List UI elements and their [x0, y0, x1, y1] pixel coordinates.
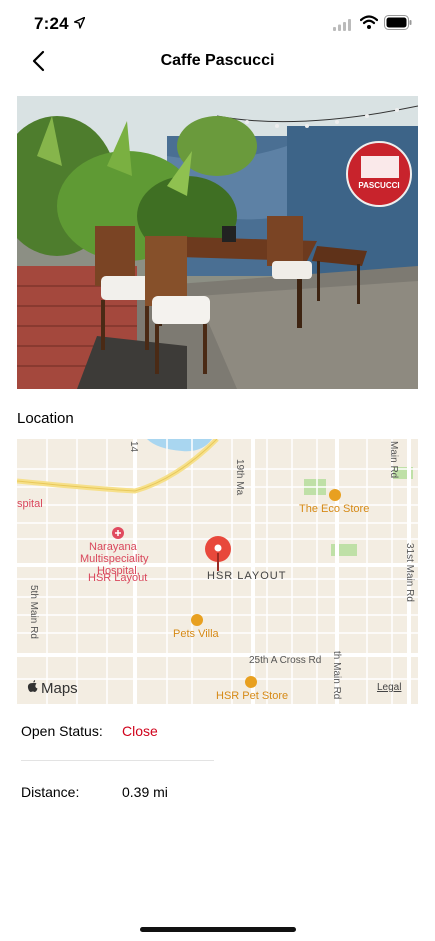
details-divider [21, 760, 214, 761]
road-25th-a-cross: 25th A Cross Rd [249, 655, 322, 666]
wifi-icon [359, 15, 379, 34]
road-main-rd: Main Rd [388, 441, 399, 479]
open-status-value: Close [122, 723, 158, 739]
poi-eco-store[interactable]: The Eco Store [299, 503, 369, 515]
map-area-label: HSR LAYOUT [207, 570, 287, 582]
status-bar: 7:24 [0, 0, 435, 46]
poi-hospital-line1[interactable]: Narayana [89, 541, 137, 553]
distance-value: 0.39 mi [122, 784, 168, 800]
location-map[interactable]: HSR LAYOUT The Eco Store spital Narayana… [17, 439, 418, 704]
apple-logo-icon [27, 679, 39, 697]
home-indicator[interactable] [140, 927, 296, 932]
maps-attribution-text: Maps [41, 679, 78, 697]
pascucci-sign: PASCUCCI [358, 181, 399, 190]
map-legal-link[interactable]: Legal [377, 682, 401, 693]
battery-icon [384, 15, 412, 35]
location-arrow-icon [73, 16, 86, 34]
poi-pets-villa[interactable]: Pets Villa [173, 628, 219, 640]
poi-hospital-line4[interactable]: HSR Layout [88, 572, 147, 584]
poi-hospital-edge: spital [17, 498, 43, 510]
road-th-main: th Main Rd [331, 651, 342, 700]
road-19th-main: 19th Ma [234, 459, 245, 496]
map-pin-icon[interactable] [203, 535, 233, 573]
road-5th-main: 5th Main Rd [28, 585, 39, 639]
poi-hospital-line2[interactable]: Multispeciality [80, 553, 148, 565]
navigation-bar: Caffe Pascucci [0, 46, 435, 80]
page-title: Caffe Pascucci [160, 52, 275, 69]
cellular-signal-icon [333, 18, 351, 36]
cafe-photo: PASCUCCI [17, 96, 418, 389]
poi-pet-store[interactable]: HSR Pet Store [216, 690, 288, 702]
road-14: 14 [128, 441, 139, 453]
road-31st-main: 31st Main Rd [404, 543, 415, 602]
distance-label: Distance: [21, 784, 80, 800]
location-heading: Location [17, 410, 74, 427]
status-time: 7:24 [34, 14, 69, 33]
apple-maps-attribution: Maps [27, 679, 78, 697]
open-status-label: Open Status: [21, 723, 103, 739]
